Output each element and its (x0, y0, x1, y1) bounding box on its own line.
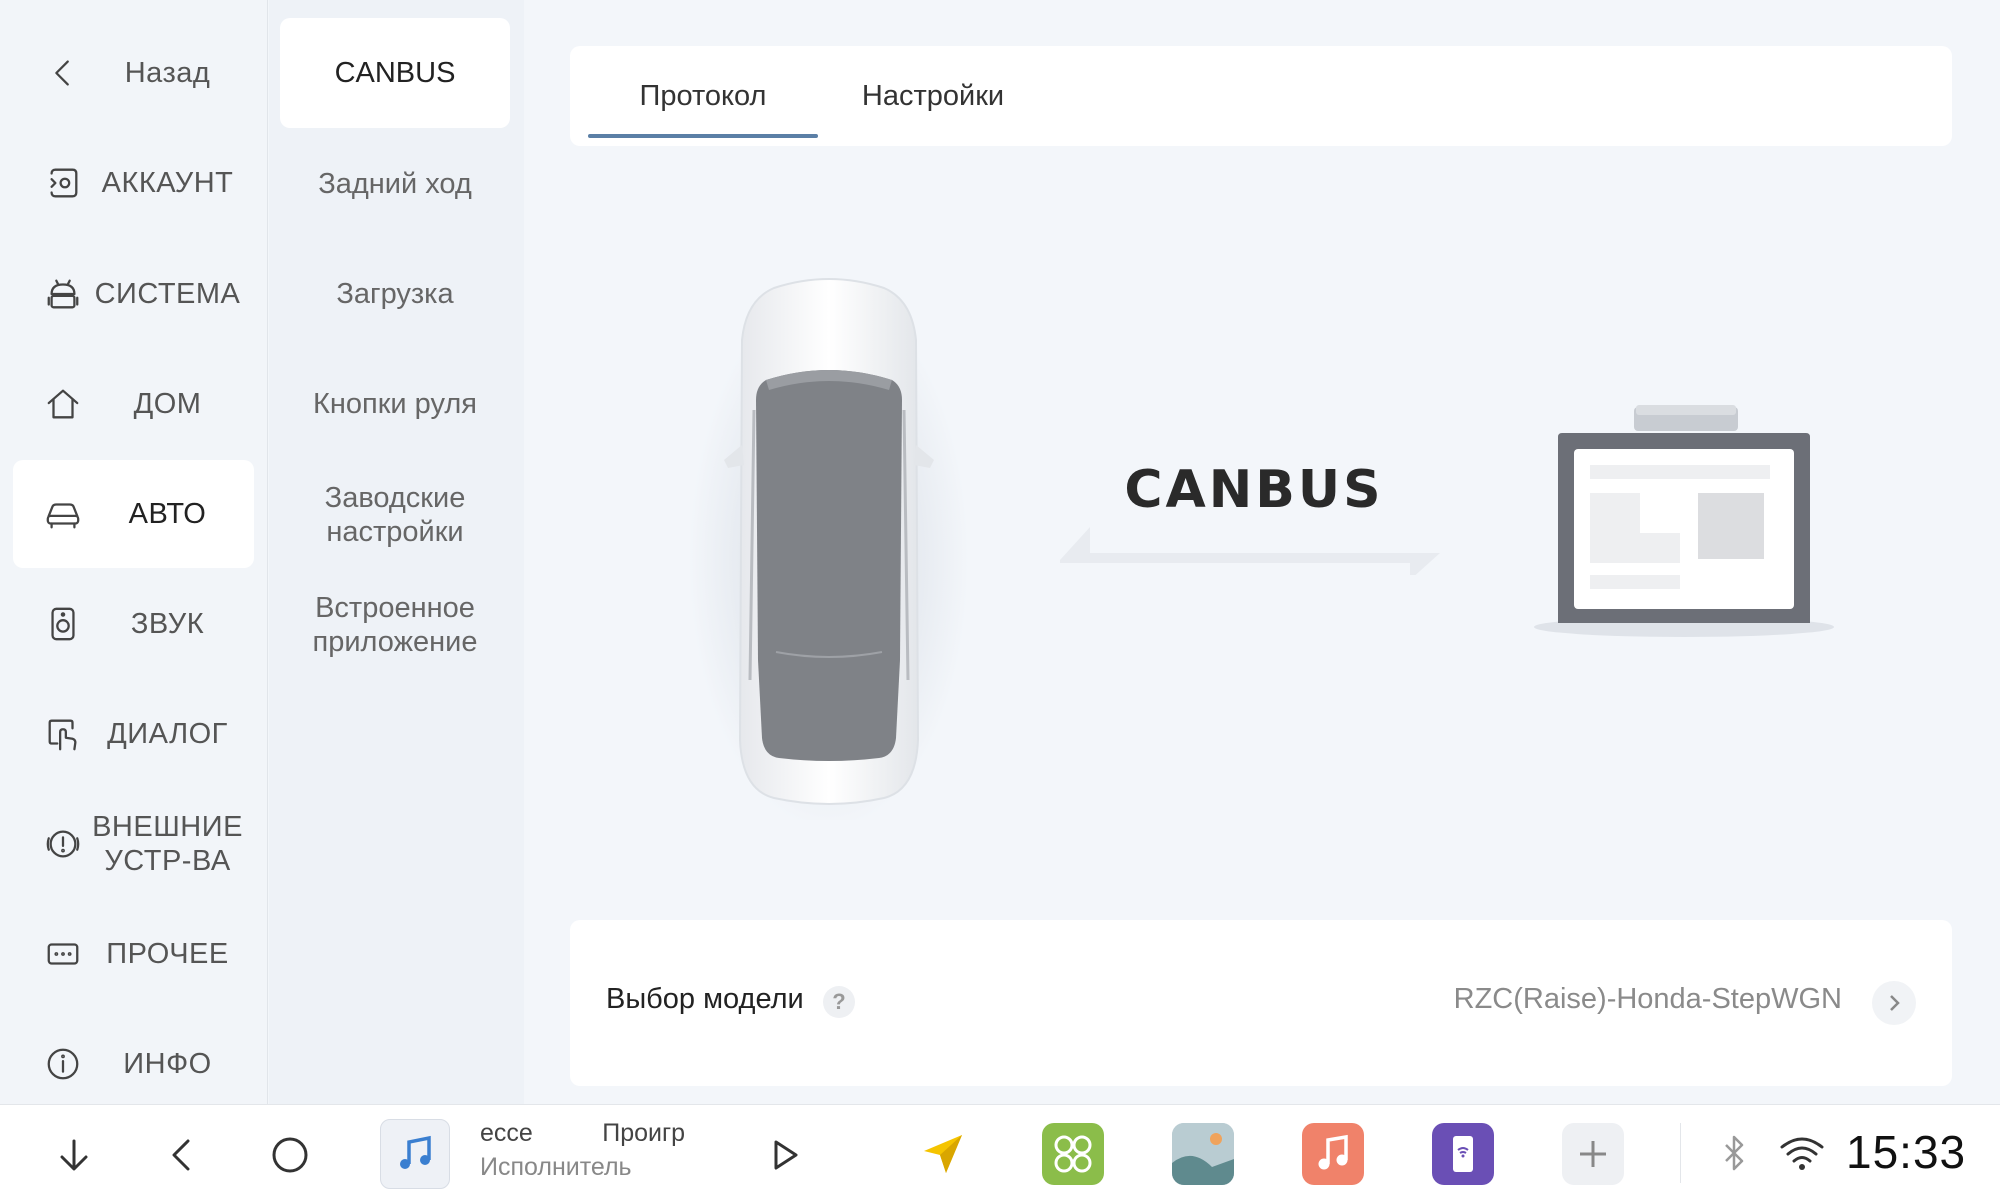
android-icon (43, 274, 83, 314)
model-select-value: RZC(Raise)-Honda-StepWGN (1453, 983, 1842, 1015)
nav-item-home[interactable]: ДОМ (13, 350, 254, 458)
nav-item-back[interactable]: Назад (13, 19, 254, 127)
nav-item-sound[interactable]: ЗВУК (13, 570, 254, 678)
nav-item-label: Назад (124, 57, 211, 89)
taskbar-separator (1680, 1123, 1681, 1183)
nav-home-icon[interactable] (264, 1129, 316, 1181)
main-sidebar: Назад АККАУНТ СИСТЕМА ДОМ АВТО ЗВУК ДИАЛ… (0, 0, 268, 1104)
tab-bar: Протокол Настройки (570, 46, 1952, 146)
add-app-icon[interactable] (1562, 1123, 1624, 1185)
nav-item-label: ДИАЛОГ (107, 718, 228, 750)
car-top-view-image (689, 278, 969, 820)
main-content: Протокол Настройки CANBUS Выбор модели ?… (524, 0, 2000, 1104)
wifi-icon[interactable] (1776, 1131, 1828, 1175)
home-icon (43, 384, 83, 424)
apps-grid-icon[interactable] (1042, 1123, 1104, 1185)
nav-back-icon[interactable] (156, 1129, 208, 1181)
sub-item-reverse[interactable]: Задний ход (280, 129, 510, 239)
info-icon (43, 1044, 83, 1084)
canbus-illustration: CANBUS (524, 170, 2000, 890)
media-artist: Исполнитель (480, 1153, 632, 1181)
nav-item-label: СИСТЕМА (94, 278, 241, 310)
nav-item-label: ЗВУК (130, 608, 205, 640)
speaker-icon (43, 604, 83, 644)
sub-item-boot[interactable]: Загрузка (280, 239, 510, 349)
account-icon (43, 163, 83, 203)
nav-item-auto[interactable]: АВТО (13, 460, 254, 568)
gallery-app-icon[interactable] (1172, 1123, 1234, 1185)
nav-item-external-devices[interactable]: ВНЕШНИЕ УСТР-ВА (13, 790, 254, 898)
nav-item-label: ВНЕШНИЕ УСТР-ВА (92, 811, 243, 877)
nav-item-label: ПРОЧЕЕ (106, 938, 229, 970)
back-icon (43, 53, 83, 93)
nav-item-account[interactable]: АККАУНТ (13, 129, 254, 237)
tab-settings[interactable]: Настройки (818, 46, 1048, 146)
taskbar: ecce Проигр Исполнитель 15:33 (0, 1104, 2000, 1200)
nav-item-info[interactable]: ИНФО (13, 1010, 254, 1118)
nav-item-system[interactable]: СИСТЕМА (13, 240, 254, 348)
sub-sidebar: CANBUS Задний ход Загрузка Кнопки руля З… (269, 0, 524, 1104)
nav-item-label: АВТО (128, 498, 207, 530)
chevron-down-icon[interactable] (48, 1129, 100, 1181)
alert-icon (43, 824, 83, 864)
sub-item-factory-settings[interactable]: Заводские настройки (280, 460, 510, 570)
media-title: ecce Проигр (480, 1119, 686, 1147)
phone-link-app-icon[interactable] (1432, 1123, 1494, 1185)
head-unit-image (1534, 405, 1834, 637)
touch-icon (43, 714, 83, 754)
nav-item-label: ДОМ (133, 388, 202, 420)
navigator-app-icon[interactable] (912, 1123, 974, 1185)
more-icon (43, 934, 83, 974)
music-thumbnail-icon[interactable] (380, 1119, 450, 1189)
music-app-icon[interactable] (1302, 1123, 1364, 1185)
tab-protocol[interactable]: Протокол (588, 46, 818, 146)
play-icon[interactable] (758, 1129, 810, 1181)
clock: 15:33 (1846, 1126, 1967, 1178)
chevron-right-icon[interactable] (1872, 981, 1916, 1025)
bluetooth-icon[interactable] (1712, 1131, 1756, 1175)
model-select-row[interactable]: Выбор модели ? RZC(Raise)-Honda-StepWGN (570, 920, 1952, 1086)
car-icon (43, 494, 83, 534)
sub-item-canbus[interactable]: CANBUS (280, 18, 510, 128)
model-select-label: Выбор модели (606, 983, 804, 1015)
nav-item-label: ИНФО (123, 1048, 212, 1080)
sub-item-steering-buttons[interactable]: Кнопки руля (280, 349, 510, 459)
nav-item-other[interactable]: ПРОЧЕЕ (13, 900, 254, 1008)
nav-item-dialog[interactable]: ДИАЛОГ (13, 680, 254, 788)
help-icon[interactable]: ? (823, 986, 855, 1018)
canbus-label: CANBUS (1124, 460, 1384, 520)
nav-item-label: АККАУНТ (101, 167, 234, 199)
sub-item-builtin-app[interactable]: Встроенное приложение (280, 570, 510, 680)
